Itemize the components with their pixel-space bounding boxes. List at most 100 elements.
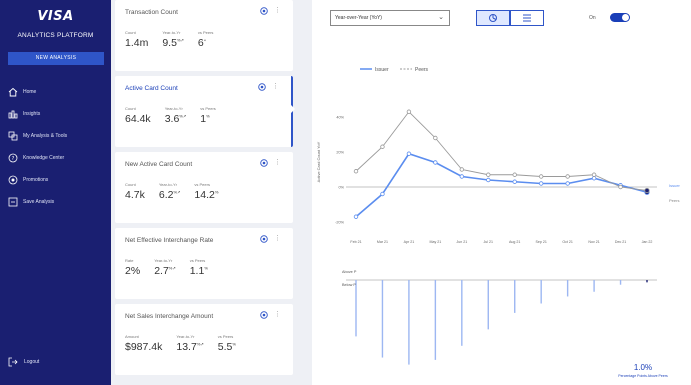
- side-label-issuer: Issuer: [669, 183, 681, 188]
- info-icon[interactable]: [260, 7, 268, 15]
- new-analysis-button[interactable]: NEW ANALYSIS: [8, 52, 104, 65]
- x-tick-label: Aug 21: [509, 240, 520, 244]
- data-point: [380, 191, 385, 197]
- data-point: [644, 187, 650, 194]
- data-point: [591, 172, 597, 177]
- sidebar-item-label: Save Analysis: [23, 198, 55, 205]
- save-icon: [8, 197, 18, 206]
- x-tick-label: Oct 21: [562, 240, 573, 244]
- bar: [434, 280, 437, 360]
- x-tick-label: Mar 21: [377, 240, 388, 244]
- metric-label: Year-to-Yr: [162, 30, 181, 35]
- bar: [619, 280, 622, 285]
- metric-value: 64.4k: [125, 113, 151, 125]
- metric-label: Year-to-Yr: [154, 258, 173, 263]
- data-point: [486, 172, 491, 177]
- more-icon[interactable]: ⋮: [274, 7, 281, 15]
- metric-label: vs Peers: [217, 334, 234, 339]
- card-title: Net Effective Interchange Rate: [125, 237, 214, 244]
- legend: Issuer Peers: [360, 67, 429, 73]
- kpi-card-net-sales-interchange-amount[interactable]: Net Sales Interchange Amount ⋮ Amount $98…: [115, 304, 293, 375]
- metric-label: Count: [125, 30, 136, 35]
- info-icon[interactable]: [258, 83, 266, 91]
- metric-value: 5.5%: [217, 341, 236, 353]
- info-icon[interactable]: [260, 235, 268, 243]
- more-icon[interactable]: ⋮: [272, 83, 279, 91]
- chart-panel: Year-over-Year (YoY) ⌄ On Issuer Peers Ac…: [312, 0, 691, 385]
- data-point: [538, 174, 544, 179]
- table-view-button[interactable]: [510, 10, 544, 26]
- bar: [593, 280, 595, 292]
- logout-icon: [8, 357, 18, 367]
- x-tick-label: Apr 21: [404, 240, 415, 244]
- bar: [408, 280, 410, 365]
- sidebar-nav: Home Insights My Analysis & Tools ? Know…: [8, 86, 108, 218]
- data-point: [512, 172, 517, 177]
- metric-value: 6×: [197, 37, 207, 49]
- metric-label: Year-to-Yr: [176, 334, 195, 339]
- bar-axis-label-below: Below P: [342, 283, 356, 287]
- data-point: [538, 181, 544, 186]
- series-line-issuer: [355, 152, 648, 218]
- data-point: [565, 174, 570, 179]
- view-toggle: [476, 10, 544, 26]
- sidebar-item-save[interactable]: Save Analysis: [8, 196, 108, 207]
- kpi-card-transaction-count[interactable]: Transaction Count ⋮ Count 1.4m Year-to-Yr…: [115, 0, 293, 71]
- tools-icon: [8, 131, 18, 140]
- data-point: [433, 135, 438, 141]
- logout-label: Logout: [24, 359, 40, 365]
- more-icon[interactable]: ⋮: [274, 159, 281, 167]
- data-point: [618, 184, 623, 190]
- data-point: [591, 176, 597, 181]
- x-tick-label: Feb 21: [350, 240, 361, 244]
- chart-view-button[interactable]: [476, 10, 510, 26]
- y-tick-label: 40%: [336, 116, 344, 120]
- sidebar-item-insights[interactable]: Insights: [8, 108, 108, 119]
- bar: [514, 280, 516, 313]
- y-axis-label: Active Card Count YoY: [316, 141, 321, 182]
- sidebar-item-my-analysis[interactable]: My Analysis & Tools: [8, 130, 108, 141]
- promotions-icon: [8, 175, 18, 184]
- info-icon[interactable]: [260, 311, 268, 319]
- sidebar-item-home[interactable]: Home: [8, 86, 108, 97]
- metric-label: Amount: [125, 334, 139, 339]
- logout-button[interactable]: Logout: [8, 357, 39, 367]
- chevron-down-icon: ⌄: [438, 14, 444, 21]
- x-tick-label: Jan 22: [642, 240, 653, 244]
- selection-caret: [289, 103, 295, 115]
- metric-value: 14.2%: [194, 189, 219, 201]
- more-icon[interactable]: ⋮: [274, 311, 281, 319]
- data-point: [353, 169, 359, 174]
- bar: [381, 280, 384, 358]
- metric-label: Rate: [125, 258, 134, 263]
- data-point: [433, 160, 438, 165]
- metric-value: 1.1%: [189, 265, 208, 277]
- peers-toggle-switch[interactable]: [610, 13, 630, 22]
- more-icon[interactable]: ⋮: [274, 235, 281, 243]
- metric-value: 3.6%↗: [164, 113, 187, 125]
- kpi-card-new-active-card-count[interactable]: New Active Card Count ⋮ Count 4.7k Year-t…: [115, 152, 293, 223]
- kpi-card-list: Transaction Count ⋮ Count 1.4m Year-to-Yr…: [115, 0, 295, 385]
- y-tick-label: 20%: [336, 151, 344, 155]
- info-icon[interactable]: [260, 159, 268, 167]
- home-icon: [8, 87, 18, 96]
- card-title: Active Card Count: [125, 85, 178, 92]
- x-tick-label: Jun 21: [456, 240, 467, 244]
- metric-label: vs Peers: [197, 30, 214, 35]
- kpi-card-active-card-count[interactable]: Active Card Count ⋮ Count 64.4k Year-to-Y…: [115, 76, 293, 147]
- y-tick-label: 0%: [339, 186, 345, 190]
- sidebar-item-promotions[interactable]: Promotions: [8, 174, 108, 185]
- switch-knob: [622, 14, 629, 21]
- bar: [461, 280, 463, 346]
- sidebar-item-knowledge[interactable]: ? Knowledge Center: [8, 152, 108, 163]
- data-point: [459, 167, 465, 172]
- data-point: [353, 214, 359, 219]
- data-point: [380, 144, 385, 149]
- data-point: [406, 109, 412, 114]
- kpi-card-net-effective-interchange-rate[interactable]: Net Effective Interchange Rate ⋮ Rate 2% …: [115, 228, 293, 299]
- chart-icon: [489, 14, 497, 22]
- metric-label: vs Peers: [194, 182, 210, 187]
- help-icon: ?: [8, 153, 18, 162]
- metric-label: Count: [125, 106, 136, 111]
- comparison-select[interactable]: Year-over-Year (YoY) ⌄: [330, 10, 450, 26]
